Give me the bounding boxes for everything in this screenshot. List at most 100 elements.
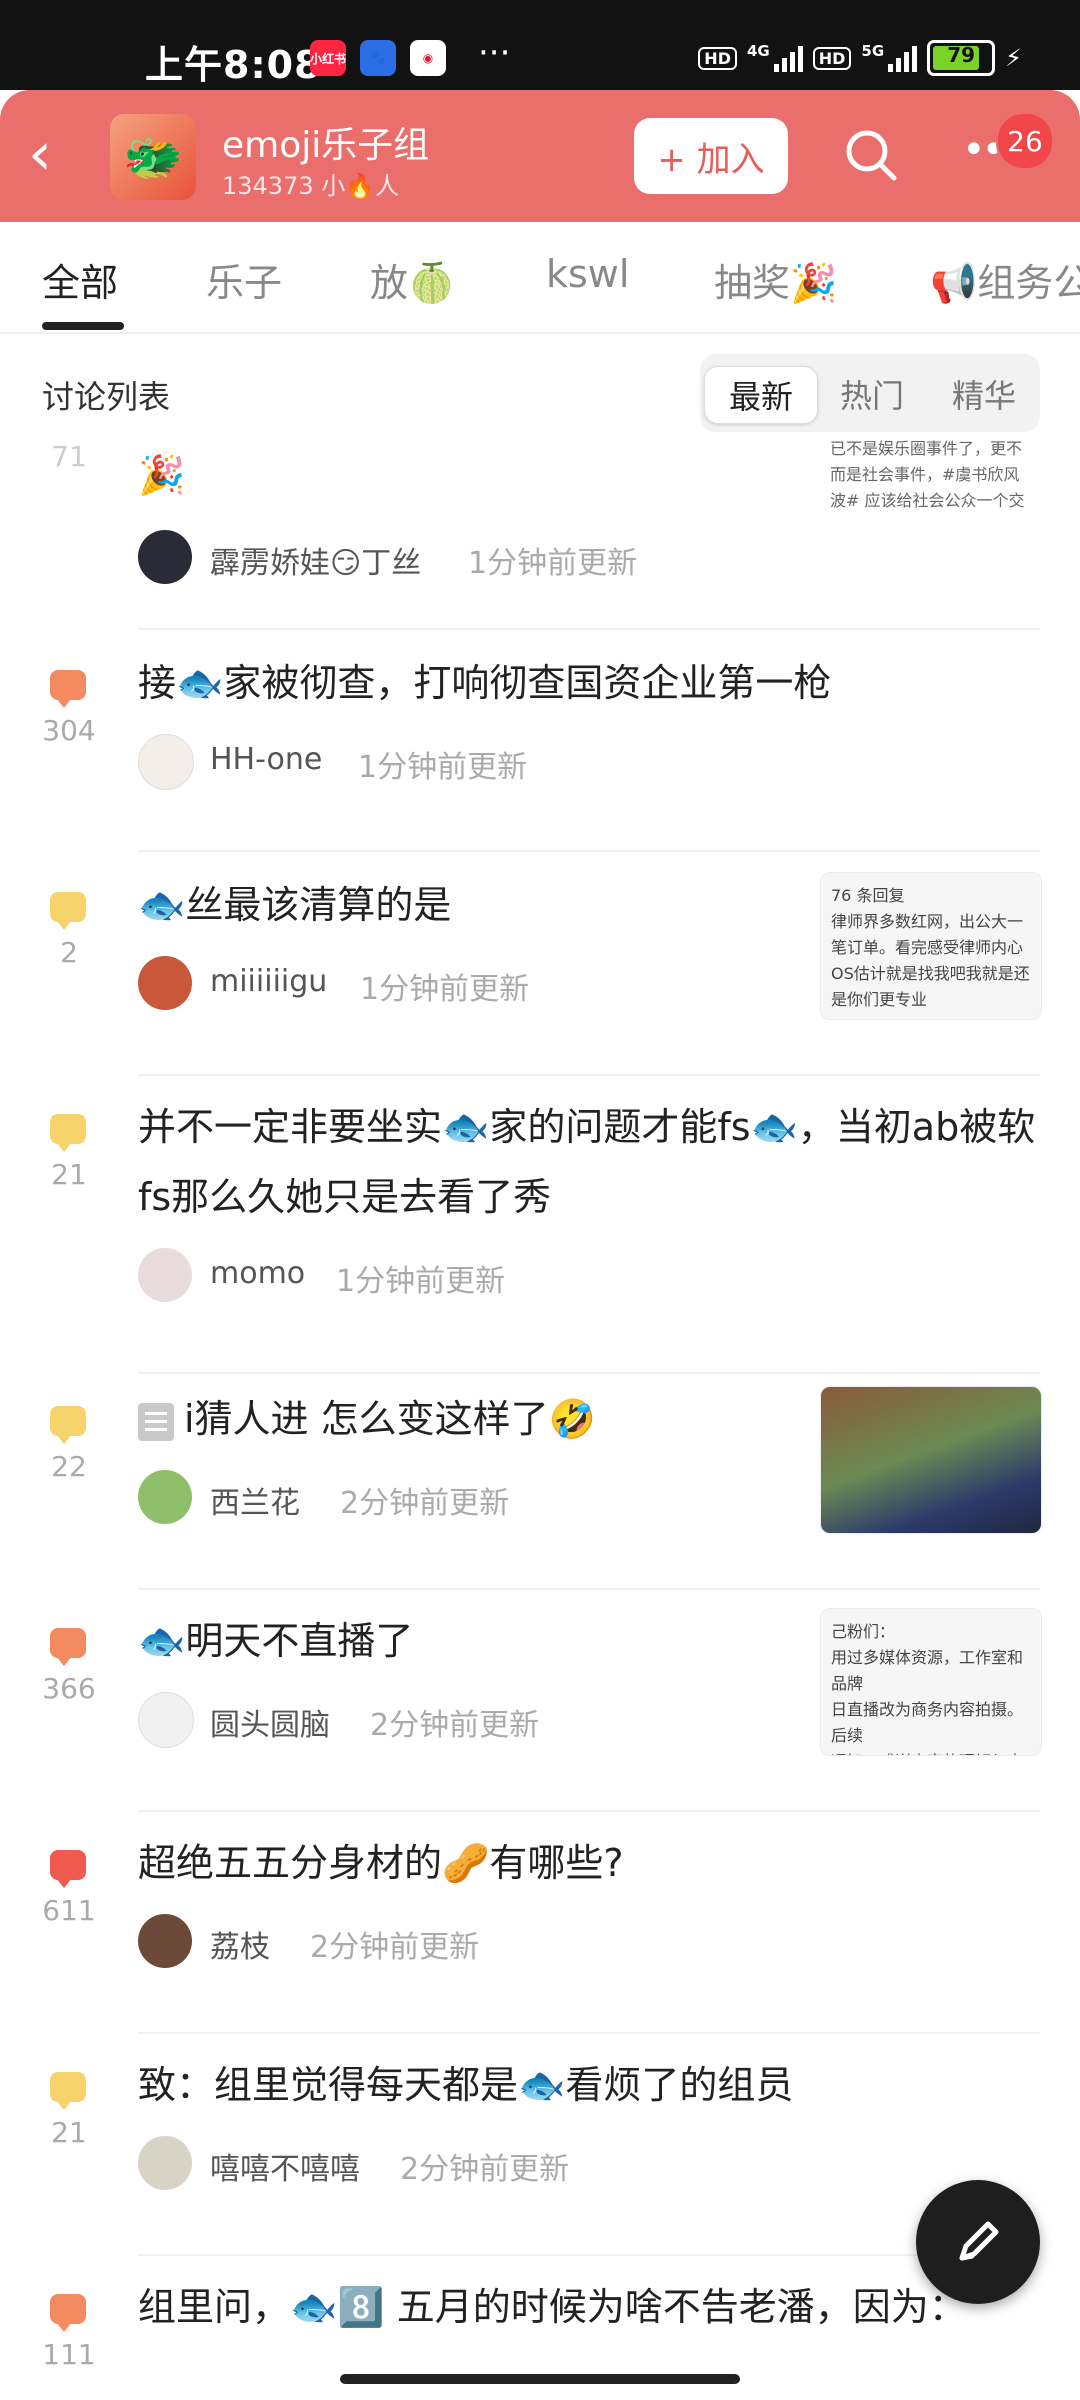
post-title: 🐟明天不直播了: [138, 1619, 414, 1663]
tab-all[interactable]: 全部: [42, 252, 118, 307]
tab-announcements[interactable]: 📢组务公: [930, 252, 1080, 307]
post-author: 圆头圆脑: [210, 1708, 330, 1743]
status-indicators: HD 4G HD 5G 79 ⚡: [698, 40, 1022, 76]
post-thumbnail-photo[interactable]: [820, 1386, 1042, 1534]
divider: [138, 1810, 1040, 1812]
post-time: 2分钟前更新: [310, 1930, 480, 1965]
status-app-icons: 小红书 🐾 ◉ ···: [310, 33, 510, 76]
post-title: 🐟丝最该清算的是: [138, 883, 452, 927]
post-title: 致：组里觉得每天都是🐟看烦了的组员: [138, 2063, 794, 2107]
post-author: 霹雳娇娃😏丁丝: [210, 546, 422, 581]
xiaohongshu-icon: 小红书: [310, 40, 346, 76]
post-time: 1分钟前更新: [360, 972, 530, 1007]
post-thumbnail[interactable]: 76 条回复 律师界多数红网，出公大一笔订单。看完感受律师内心OS估计就是找我吧我…: [820, 872, 1042, 1020]
group-member-count: 134373 小🔥人: [222, 172, 400, 200]
sort-featured[interactable]: 精华: [928, 366, 1040, 422]
comment-icon: [50, 892, 86, 930]
divider: [138, 2032, 1040, 2034]
post-author: miiiiiigu: [210, 964, 328, 999]
comment-icon: [50, 1628, 86, 1666]
sort-switch: 最新 热门 精华: [700, 354, 1040, 432]
group-name: emoji乐子组: [222, 125, 430, 166]
network-5g-label: 5G: [861, 42, 885, 60]
weibo-icon: ◉: [410, 40, 446, 76]
tab-lottery[interactable]: 抽奖🎉: [714, 252, 837, 307]
comment-count: 71: [51, 440, 87, 473]
post-author: momo: [210, 1256, 306, 1291]
comment-count: 22: [51, 1450, 87, 1483]
divider: [138, 1074, 1040, 1076]
status-time: 上午8:08: [145, 43, 322, 87]
pencil-icon: [959, 2221, 999, 2261]
post-title: 接🐟家被彻查，打响彻查国资企业第一枪: [138, 661, 832, 705]
thumbnail-text: 己粉们：用过多媒体资源，工作室和品牌日直播改为商务内容拍摄。后续通知～感谢大家的…: [831, 1622, 1024, 1755]
comment-icon: [50, 2072, 86, 2110]
post-title: 组里问，🐟8️⃣ 五月的时候为啥不告老潘，因为：: [138, 2285, 967, 2329]
comment-count: 366: [42, 1672, 96, 1705]
post-title: i猜人进 怎么变这样了🤣: [184, 1397, 596, 1441]
group-avatar[interactable]: 🐲: [110, 114, 196, 200]
active-tab-indicator: [42, 322, 124, 330]
avatar: [138, 1248, 192, 1302]
comment-icon: [50, 2294, 86, 2332]
post-time: 1分钟前更新: [336, 1264, 506, 1299]
post-author: 西兰花: [210, 1486, 300, 1521]
tab-melon[interactable]: 放🍈: [370, 252, 455, 307]
sort-hot[interactable]: 热门: [816, 366, 928, 422]
avatar: [138, 2136, 192, 2190]
comment-count: 21: [51, 2116, 87, 2149]
post-title-wrap: i猜人进 怎么变这样了🤣: [138, 1384, 596, 1454]
post-title: 🎉: [138, 453, 186, 497]
avatar: [138, 734, 194, 790]
network-4g-label: 4G: [746, 42, 770, 60]
post-title: 并不一定非要坐实🐟家的问题才能fs🐟，当初ab被软fs那么久她只是去看了秀: [138, 1105, 1036, 1219]
status-bar: 上午8:08 小红书 🐾 ◉ ··· HD 4G HD 5G 79 ⚡: [0, 0, 1080, 90]
more-notifications-icon: ···: [478, 33, 511, 73]
group-header: ‹ 🐲 emoji乐子组 134373 小🔥人 + 加入 •• 26: [0, 90, 1080, 222]
join-button-label: + 加入: [657, 139, 765, 180]
discussion-feed: 71 🎉 霹雳娇娃😏丁丝 1分钟前更新 已不是娱乐圈事件了，更不 而是社会事件，#…: [0, 440, 1080, 2400]
comment-icon: [50, 1114, 86, 1152]
comment-icon: [50, 670, 86, 708]
comment-icon: [50, 1406, 86, 1444]
signal-icon-2: [888, 44, 918, 72]
avatar: [138, 1692, 194, 1748]
new-post-button[interactable]: [916, 2180, 1040, 2304]
avatar: [138, 1470, 192, 1524]
divider: [138, 2254, 1040, 2256]
sort-latest[interactable]: 最新: [704, 366, 818, 424]
post-time: 2分钟前更新: [340, 1486, 510, 1521]
battery-icon: 79: [927, 40, 996, 76]
charging-icon: ⚡: [1005, 44, 1022, 72]
back-button[interactable]: ‹: [28, 124, 88, 186]
signal-icon: [773, 44, 803, 72]
discussion-list-title: 讨论列表: [42, 378, 171, 416]
comment-count: 21: [51, 1158, 87, 1191]
avatar: [138, 530, 192, 584]
comment-icon: [50, 1850, 86, 1888]
post-author: HH-one: [210, 742, 323, 777]
document-icon: [138, 1402, 174, 1441]
thumbnail-text: 76 条回复 律师界多数红网，出公大一笔订单。看完感受律师内心OS估计就是找我吧我…: [831, 886, 1030, 1009]
tab-kswl[interactable]: kswl: [546, 252, 629, 296]
divider: [138, 1588, 1040, 1590]
avatar: [138, 956, 192, 1010]
post-author: 荔枝: [210, 1930, 270, 1965]
post-author: 嘻嘻不嘻嘻: [210, 2152, 360, 2187]
notification-badge: 26: [996, 112, 1054, 170]
join-button[interactable]: + 加入: [634, 118, 788, 194]
comment-count: 2: [60, 936, 78, 969]
divider: [138, 628, 1040, 630]
thumbnail-text: 已不是娱乐圈事件了，更不 而是社会事件，#虞书欣风 波# 应该给社会公众一个交: [830, 440, 1025, 510]
category-tabs: 全部 乐子 放🍈 kswl 抽奖🎉 📢组务公: [0, 222, 1080, 334]
post-thumbnail[interactable]: 己粉们：用过多媒体资源，工作室和品牌日直播改为商务内容拍摄。后续通知～感谢大家的…: [820, 1608, 1042, 1756]
search-icon[interactable]: [842, 126, 900, 184]
post-time: 1分钟前更新: [468, 546, 638, 581]
tab-lezi[interactable]: 乐子: [206, 252, 282, 307]
divider: [138, 850, 1040, 852]
post-time: 2分钟前更新: [400, 2152, 570, 2187]
post-time: 1分钟前更新: [358, 750, 528, 785]
post-thumbnail[interactable]: 已不是娱乐圈事件了，更不 而是社会事件，#虞书欣风 波# 应该给社会公众一个交: [820, 440, 1040, 534]
comment-count: 304: [42, 714, 96, 747]
home-indicator[interactable]: [340, 2374, 740, 2384]
